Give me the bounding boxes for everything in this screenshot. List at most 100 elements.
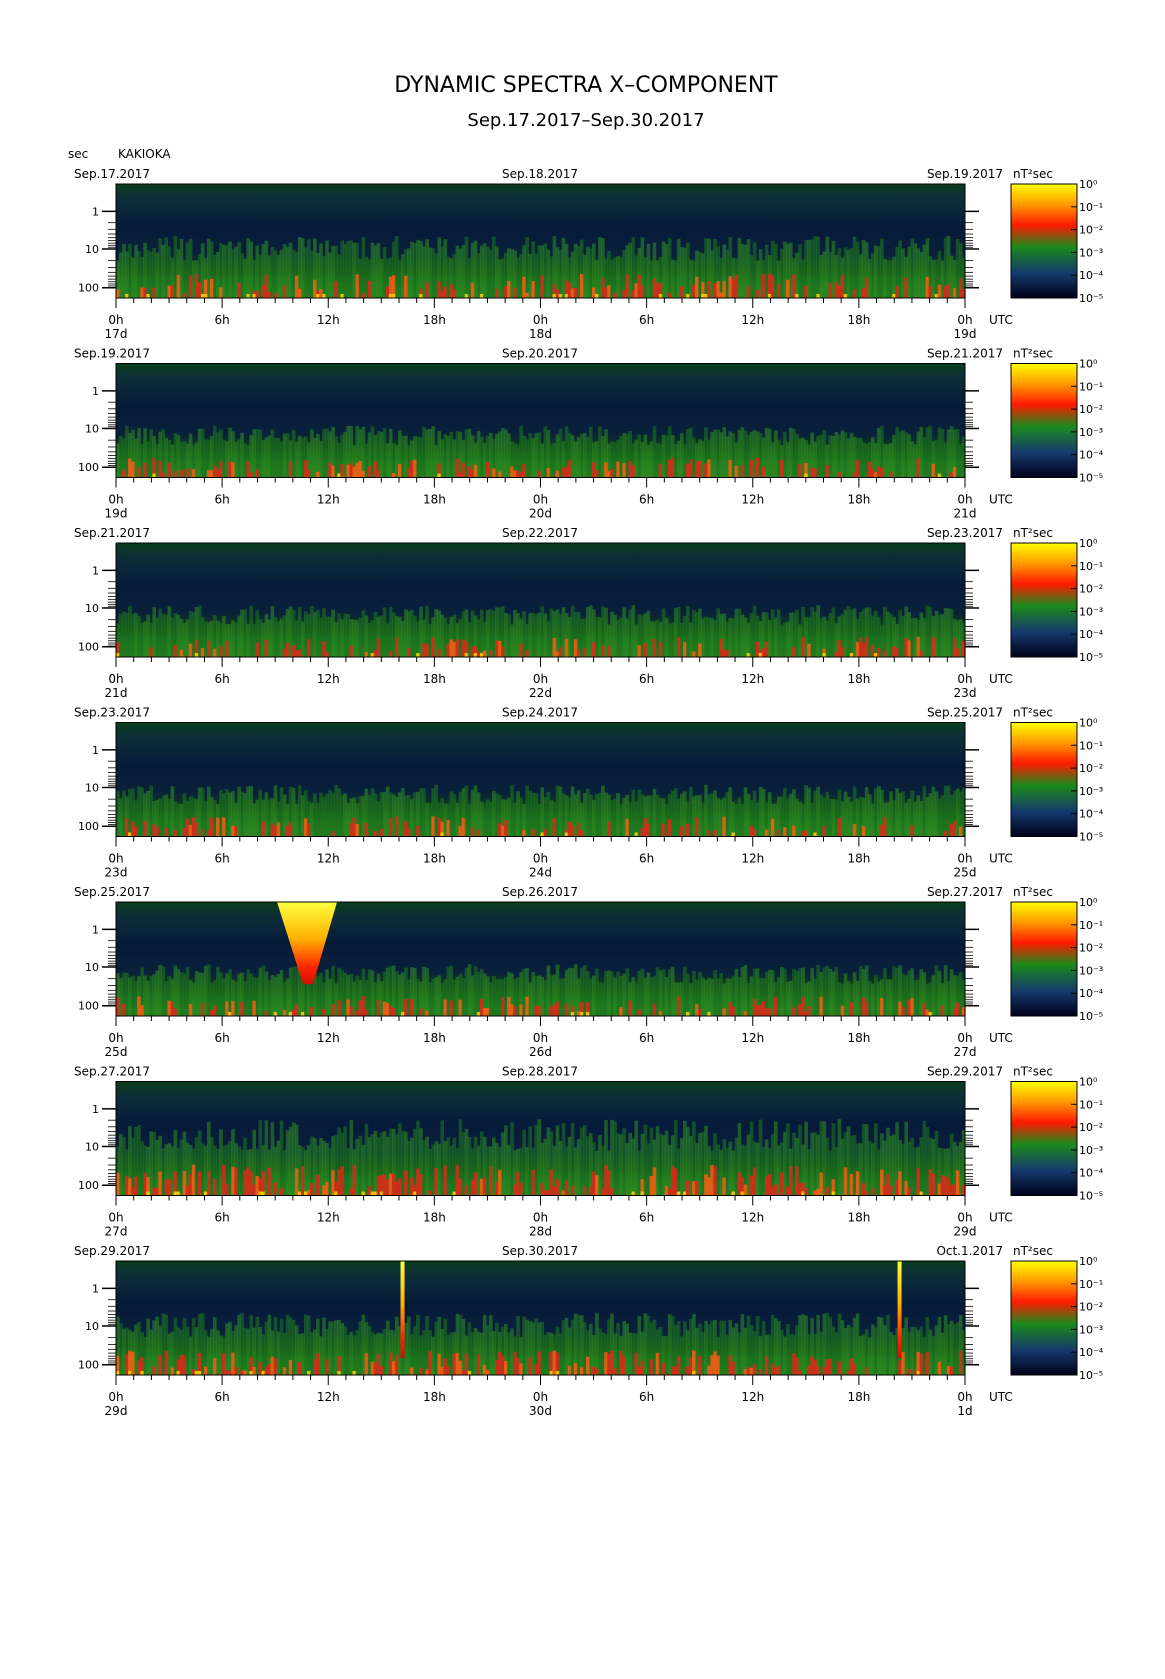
x-tick-label: 12h [741,1211,764,1225]
day-label: 23d [105,866,128,880]
x-tick-label: 0h [108,1031,123,1045]
x-tick-label: 6h [215,1211,230,1225]
x-tick-label: 18h [423,1031,446,1045]
x-tick-label: 18h [847,1211,870,1225]
y-tick-label: 100 [78,1359,99,1372]
x-tick-label: 12h [317,672,340,686]
utc-label: UTC [989,1390,1013,1404]
x-tick-label: 0h [957,852,972,866]
colorbar-tick-label: 10⁻¹ [1079,560,1103,573]
x-tick-label: 0h [533,1031,548,1045]
y-tick-label: 1 [92,1282,99,1295]
x-tick-label: 12h [741,672,764,686]
spectrogram-texture [116,784,966,837]
colorbar [1010,1081,1078,1196]
y-tick-label: 10 [85,602,99,615]
x-tick-label: 18h [847,1031,870,1045]
x-tick-label: 0h [108,313,123,327]
x-tick-label: 18h [423,852,446,866]
y-tick-label: 10 [85,243,99,256]
colorbar-unit-label: nT²sec [1013,1244,1053,1258]
colorbar-tick-label: 10⁰ [1079,358,1098,371]
x-tick-label: 12h [741,313,764,327]
colorbar-tick-label: 10⁻⁵ [1079,292,1103,305]
panel-4: Sep.23.2017 Sep.24.2017 Sep.25.2017 nT²sec 1… [74,706,1104,880]
day-label: 21d [954,507,977,521]
colorbar-tick-label: 10⁻² [1079,762,1103,775]
colorbar-tick-label: 10⁻⁴ [1079,1346,1104,1359]
day-label: 17d [105,327,128,341]
x-tick-label: 0h [957,313,972,327]
y-tick-label: 1 [92,564,99,577]
colorbar-tick-label: 10⁻³ [1079,785,1103,798]
colorbar-tick-label: 10⁻³ [1079,964,1103,977]
panel-mid-date: Sep.28.2017 [502,1065,578,1079]
spike-event [897,1261,902,1358]
colorbar-tick-label: 10⁻³ [1079,1144,1103,1157]
colorbar-tick-label: 10⁻⁵ [1079,651,1103,664]
panel-right-date: Sep.21.2017 [927,347,1003,361]
colorbar-tick-label: 10⁻² [1079,942,1103,955]
y-tick-label: 1 [92,1103,99,1116]
y-tick-label: 100 [78,641,99,654]
x-tick-label: 0h [533,1211,548,1225]
x-tick-label: 12h [741,1031,764,1045]
x-tick-label: 12h [317,493,340,507]
y-tick-label: 10 [85,422,99,435]
x-tick-label: 6h [215,672,230,686]
colorbar [1010,183,1078,299]
colorbar-tick-label: 10⁻¹ [1079,919,1103,932]
day-label: 26d [529,1045,552,1059]
y-tick-label: 1 [92,205,99,218]
day-label: 22d [529,686,552,700]
y-tick-label: 10 [85,1140,99,1153]
panel-mid-date: Sep.22.2017 [502,526,578,540]
panel-right-date: Sep.23.2017 [927,526,1003,540]
x-tick-label: 6h [639,1211,654,1225]
x-tick-label: 18h [847,493,870,507]
y-tick-label: 100 [78,820,99,833]
panel-mid-date: Sep.20.2017 [502,347,578,361]
x-tick-label: 18h [847,672,870,686]
colorbar-tick-label: 10⁻⁵ [1079,472,1103,485]
colorbar-tick-label: 10⁻¹ [1079,739,1103,752]
y-tick-label: 1 [92,923,99,936]
y-tick-label: 100 [78,461,99,474]
x-tick-label: 0h [533,493,548,507]
panel-right-date: Oct.1.2017 [936,1244,1003,1258]
x-tick-label: 6h [639,1031,654,1045]
colorbar-tick-label: 10⁻¹ [1079,1098,1103,1111]
x-tick-label: 0h [533,852,548,866]
colorbar-tick-label: 10⁰ [1079,896,1098,909]
panel-2: Sep.19.2017 Sep.20.2017 Sep.21.2017 nT²sec 1… [74,347,1104,521]
colorbar-tick-label: 10⁻² [1079,224,1103,237]
x-tick-label: 12h [317,852,340,866]
day-label: 25d [105,1045,128,1059]
panel-left-date: Sep.23.2017 [74,706,150,720]
colorbar-tick-label: 10⁻² [1079,583,1103,596]
x-tick-label: 18h [423,313,446,327]
station-label: KAKIOKA [118,147,171,161]
day-label: 29d [954,1225,977,1239]
colorbar-tick-label: 10⁰ [1079,1255,1098,1268]
colorbar-unit-label: nT²sec [1013,706,1053,720]
day-label: 19d [954,327,977,341]
colorbar [1010,542,1078,658]
x-tick-label: 12h [317,1031,340,1045]
colorbar [1010,1260,1078,1376]
panel-left-date: Sep.29.2017 [74,1244,150,1258]
colorbar-tick-label: 10⁻¹ [1079,1278,1103,1291]
panel-left-date: Sep.25.2017 [74,885,150,899]
x-tick-label: 0h [108,672,123,686]
x-tick-label: 18h [423,1211,446,1225]
colorbar [1010,722,1078,837]
y-tick-label: 10 [85,961,99,974]
spectrogram-texture [116,425,966,478]
colorbar-tick-label: 10⁻⁵ [1079,1190,1103,1203]
colorbar [1010,363,1078,478]
panel-1: Sep.17.2017 Sep.18.2017 Sep.19.2017 nT²sec 1… [74,167,1104,341]
x-tick-label: 12h [741,1390,764,1404]
day-label: 20d [529,507,552,521]
day-label: 21d [105,686,128,700]
colorbar-tick-label: 10⁻⁴ [1079,808,1104,821]
